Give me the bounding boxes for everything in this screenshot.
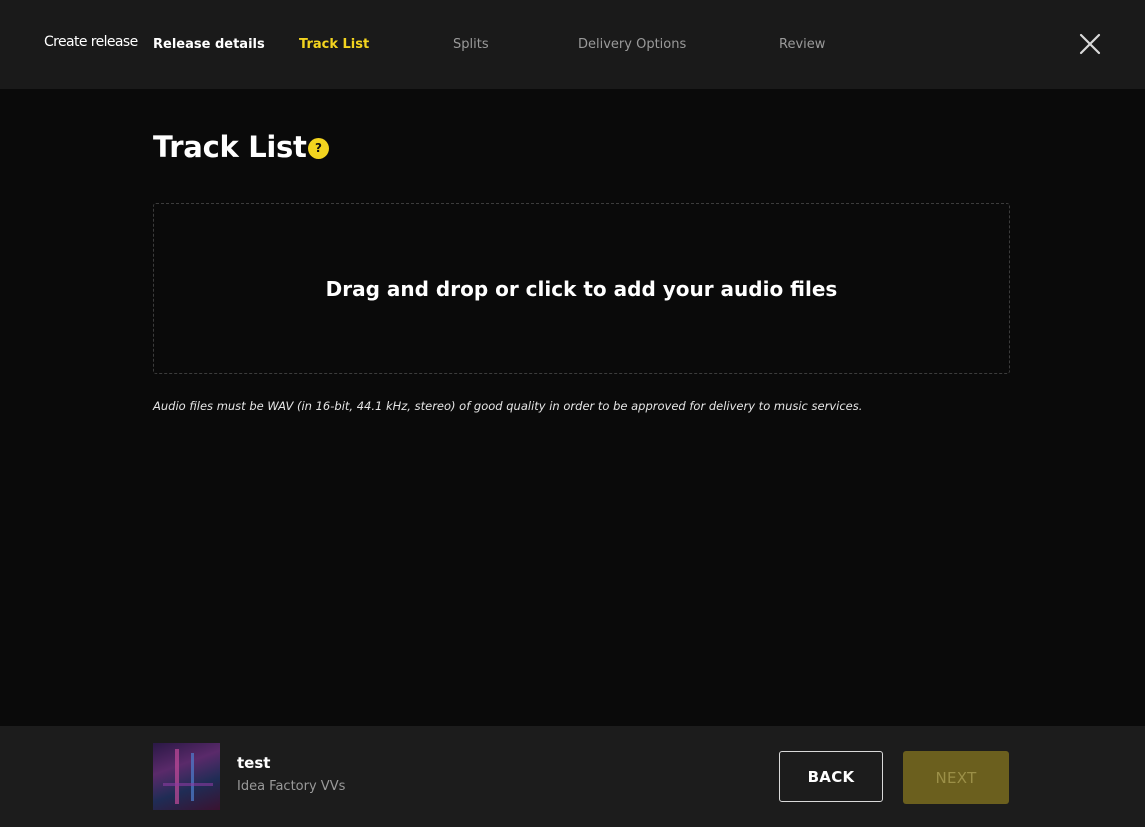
brand-title: Create release xyxy=(44,34,138,50)
step-review[interactable]: Review xyxy=(779,37,825,52)
step-release-details[interactable]: Release details xyxy=(153,37,265,52)
release-artist: Idea Factory VVs xyxy=(237,779,346,794)
step-delivery-options[interactable]: Delivery Options xyxy=(578,37,686,52)
footer-bar: test Idea Factory VVs BACK NEXT xyxy=(0,726,1145,827)
page-title: Track List xyxy=(153,130,307,164)
audio-format-note: Audio files must be WAV (in 16-bit, 44.1… xyxy=(153,399,863,413)
close-button[interactable] xyxy=(1078,32,1102,56)
next-button[interactable]: NEXT xyxy=(903,751,1009,804)
main-content: Track List ? Drag and drop or click to a… xyxy=(0,89,1145,726)
step-track-list[interactable]: Track List xyxy=(299,37,369,52)
back-button[interactable]: BACK xyxy=(779,751,883,802)
top-navigation-bar: Create release Release details Track Lis… xyxy=(0,0,1145,89)
release-artwork xyxy=(153,743,220,810)
close-icon xyxy=(1079,33,1101,55)
release-title: test xyxy=(237,754,271,772)
step-splits[interactable]: Splits xyxy=(453,37,489,52)
dropzone-label: Drag and drop or click to add your audio… xyxy=(325,276,838,301)
audio-dropzone[interactable]: Drag and drop or click to add your audio… xyxy=(153,203,1010,374)
help-icon[interactable]: ? xyxy=(308,138,329,159)
